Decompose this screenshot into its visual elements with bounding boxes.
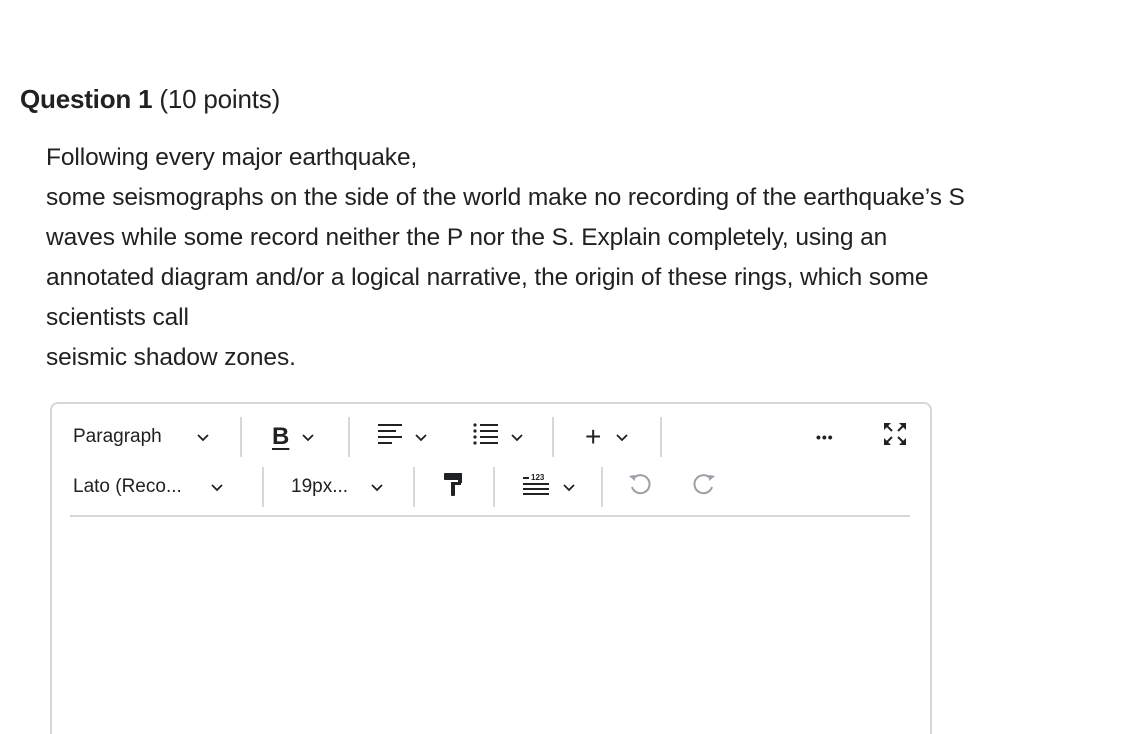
- question-text: Following every major earthquake, some s…: [46, 138, 1116, 378]
- toolbar-divider: [70, 515, 910, 517]
- editor-content-area[interactable]: [70, 519, 912, 734]
- question-line: waves while some record neither the P no…: [46, 224, 888, 251]
- toolbar-separator: [413, 467, 415, 507]
- chevron-down-icon: [414, 430, 428, 444]
- line-height-icon: 123: [523, 473, 549, 495]
- toolbar-separator: [552, 417, 554, 457]
- toolbar-separator: [601, 467, 603, 507]
- chevron-down-icon: [301, 430, 315, 444]
- chevron-down-icon: [196, 430, 210, 444]
- question-line: Following every major earthquake,: [46, 144, 418, 171]
- toolbar-separator: [240, 417, 242, 457]
- toolbar-separator: [262, 467, 264, 507]
- list-icon: [472, 421, 500, 453]
- font-size-dropdown[interactable]: 19px...: [291, 462, 384, 512]
- fullscreen-icon: [881, 420, 909, 454]
- question-points: (10 points): [159, 84, 281, 114]
- format-painter-icon: [441, 470, 465, 504]
- undo-button[interactable]: [626, 462, 654, 512]
- question-title: Question 1: [20, 84, 153, 114]
- question-line: seismic shadow zones.: [46, 344, 296, 371]
- list-dropdown[interactable]: [472, 412, 524, 462]
- toolbar-separator: [348, 417, 350, 457]
- more-button[interactable]: •••: [816, 412, 834, 462]
- chevron-down-icon: [510, 430, 524, 444]
- question-line: scientists call: [46, 304, 189, 331]
- block-format-label: Paragraph: [73, 426, 162, 447]
- block-format-dropdown[interactable]: Paragraph: [73, 412, 210, 462]
- chevron-down-icon: [370, 480, 384, 494]
- toolbar-separator: [660, 417, 662, 457]
- bold-icon: B: [272, 423, 290, 450]
- align-dropdown[interactable]: [376, 412, 428, 462]
- toolbar-row-2: Lato (Reco... 19px... 123: [52, 462, 930, 512]
- font-size-label: 19px...: [291, 476, 349, 497]
- format-painter-button[interactable]: [441, 462, 465, 512]
- chevron-down-icon: [210, 480, 224, 494]
- align-icon: [376, 421, 404, 453]
- plus-icon: +: [585, 421, 602, 452]
- fullscreen-button[interactable]: [881, 412, 909, 462]
- redo-icon: [690, 470, 718, 504]
- question-header: Question 1 (10 points): [20, 82, 280, 116]
- chevron-down-icon: [615, 430, 629, 444]
- font-family-dropdown[interactable]: Lato (Reco...: [73, 462, 224, 512]
- rich-text-editor: Paragraph B + ••• Lato (Reco... 19px... …: [50, 402, 932, 734]
- redo-button[interactable]: [690, 462, 718, 512]
- undo-icon: [626, 470, 654, 504]
- question-line: annotated diagram and/or a logical narra…: [46, 264, 929, 291]
- more-icon: •••: [816, 429, 834, 445]
- toolbar-separator: [493, 467, 495, 507]
- font-family-label: Lato (Reco...: [73, 476, 182, 497]
- bold-button[interactable]: B: [272, 412, 315, 462]
- chevron-down-icon: [562, 480, 576, 494]
- line-height-dropdown[interactable]: 123: [520, 462, 576, 512]
- insert-dropdown[interactable]: +: [585, 412, 629, 462]
- toolbar-row-1: Paragraph B + •••: [52, 412, 930, 462]
- question-line: some seismographs on the side of the wor…: [46, 184, 965, 211]
